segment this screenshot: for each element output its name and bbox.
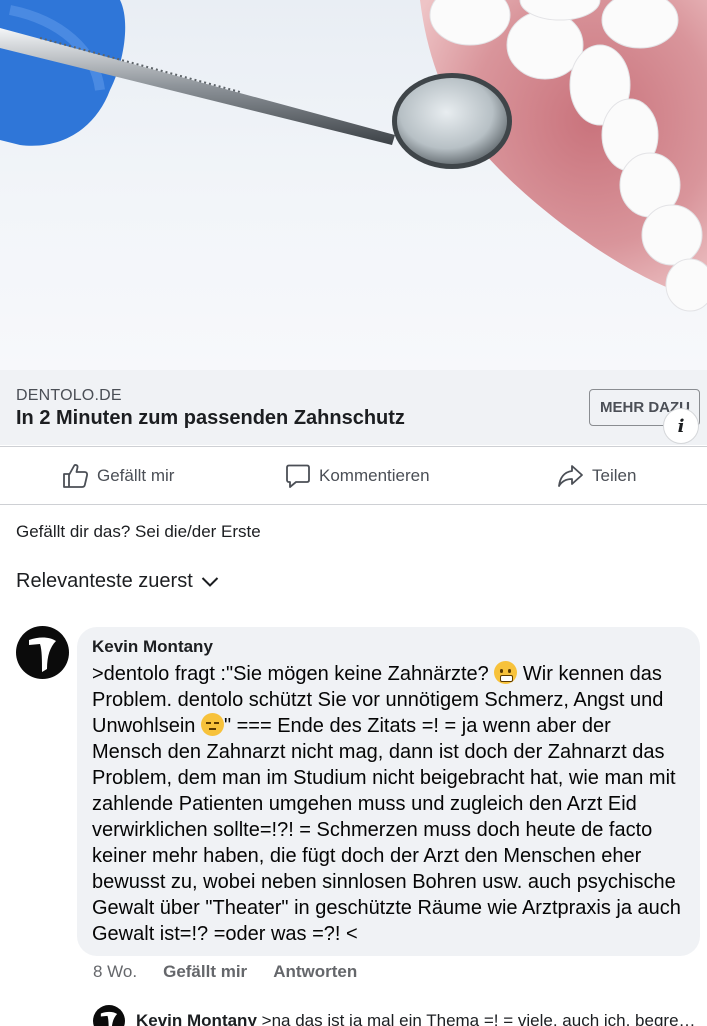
chevron-down-icon — [201, 576, 218, 587]
thumbs-up-icon — [63, 464, 89, 488]
comment-author[interactable]: Kevin Montany — [92, 636, 685, 658]
comment-like-button[interactable]: Gefällt mir — [163, 962, 247, 982]
dental-illustration — [0, 0, 707, 312]
comment-button[interactable]: Kommentieren — [285, 463, 430, 489]
link-domain: DENTOLO.DE — [16, 387, 122, 404]
comment-text: >dentolo fragt :"Sie mögen keine Zahnärz… — [92, 661, 685, 947]
reply-preview[interactable]: Kevin Montany >na das ist ja mal ein The… — [136, 1011, 696, 1026]
comment-reply-button[interactable]: Antworten — [273, 962, 357, 982]
share-button[interactable]: Teilen — [557, 463, 636, 489]
post-action-bar: Gefällt mir Kommentieren Teilen — [0, 446, 707, 505]
reply-text: >na das ist ja mal ein Thema =! = viele,… — [261, 1011, 696, 1026]
avatar-logo-icon — [29, 637, 56, 672]
relieved-emoji-icon — [200, 713, 224, 736]
info-icon[interactable]: i — [663, 408, 699, 444]
like-label: Gefällt mir — [97, 466, 175, 485]
comment-text-part3: " === Ende des Zitats =! = ja wenn aber … — [92, 715, 681, 945]
share-arrow-icon — [558, 465, 583, 487]
grimace-emoji-icon — [494, 661, 518, 684]
info-glyph: i — [677, 415, 685, 437]
comment-meta: 8 Wo. Gefällt mir Antworten — [93, 962, 357, 982]
sort-label: Relevanteste zuerst — [16, 570, 193, 592]
like-button[interactable]: Gefällt mir — [62, 463, 174, 489]
comment-sort-dropdown[interactable]: Relevanteste zuerst — [16, 570, 219, 593]
link-preview-bar[interactable]: DENTOLO.DE In 2 Minuten zum passenden Za… — [0, 370, 707, 445]
reply-avatar[interactable] — [93, 1005, 125, 1026]
link-title[interactable]: In 2 Minuten zum passenden Zahnschutz — [16, 407, 405, 430]
share-label: Teilen — [592, 466, 637, 485]
link-preview-image[interactable] — [0, 0, 707, 370]
comment-label: Kommentieren — [319, 466, 430, 485]
comment-bubble-icon — [286, 464, 310, 488]
reactions-summary[interactable]: Gefällt dir das? Sei die/der Erste — [16, 522, 261, 542]
comment-bubble: Kevin Montany >dentolo fragt :"Sie mögen… — [77, 627, 700, 956]
reply-author: Kevin Montany — [136, 1011, 257, 1026]
comment-time[interactable]: 8 Wo. — [93, 962, 137, 982]
avatar-logo-icon — [100, 1011, 118, 1026]
comment-text-part1: >dentolo fragt :"Sie mögen keine Zahnärz… — [92, 663, 495, 685]
avatar[interactable] — [16, 626, 69, 679]
